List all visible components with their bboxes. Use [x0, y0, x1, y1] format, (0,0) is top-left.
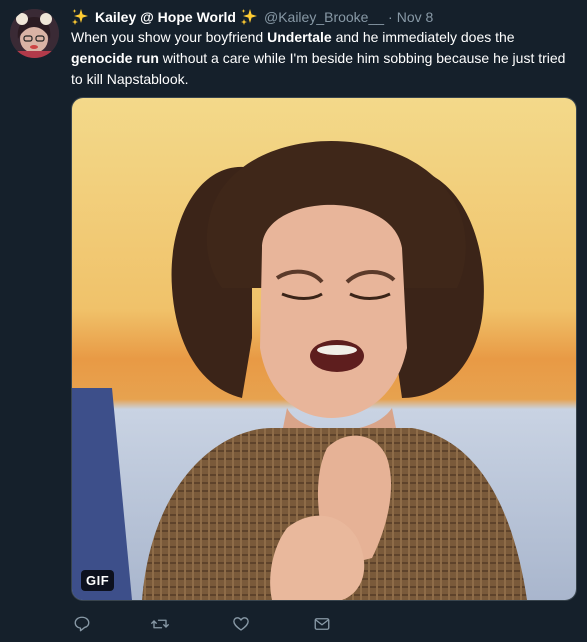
gif-media[interactable]: GIF — [71, 97, 577, 601]
like-icon — [233, 617, 249, 631]
tweet-text-part: and he immediately does the — [331, 29, 515, 45]
sparkles-icon — [240, 9, 257, 25]
message-icon — [314, 618, 330, 630]
retweet-icon — [151, 619, 169, 629]
tweet-text: When you show your boyfriend Undertale a… — [71, 27, 576, 90]
retweet-button[interactable] — [149, 613, 171, 635]
sparkles-icon — [72, 9, 88, 25]
separator-dot: · — [388, 9, 393, 25]
tweet-text-part: When you show your boyfriend — [71, 29, 268, 45]
reply-icon — [74, 616, 90, 632]
like-button[interactable] — [230, 613, 252, 635]
message-button[interactable] — [311, 613, 333, 635]
gif-image — [72, 98, 576, 600]
action-bar — [71, 613, 577, 635]
tweet-text-bold: genocide run — [71, 50, 159, 66]
user-handle[interactable]: @Kailey_Brooke__ — [264, 9, 384, 25]
reply-button[interactable] — [71, 613, 93, 635]
tweet-header: Kailey @ Hope World @Kailey_Brooke__ · N… — [71, 7, 433, 27]
gif-badge: GIF — [81, 570, 115, 591]
avatar[interactable] — [10, 9, 59, 58]
tweet-text-bold: Undertale — [267, 29, 332, 45]
tweet: Kailey @ Hope World @Kailey_Brooke__ · N… — [0, 0, 587, 642]
tweet-date[interactable]: Nov 8 — [397, 9, 434, 25]
display-name[interactable]: Kailey @ Hope World — [95, 9, 236, 25]
